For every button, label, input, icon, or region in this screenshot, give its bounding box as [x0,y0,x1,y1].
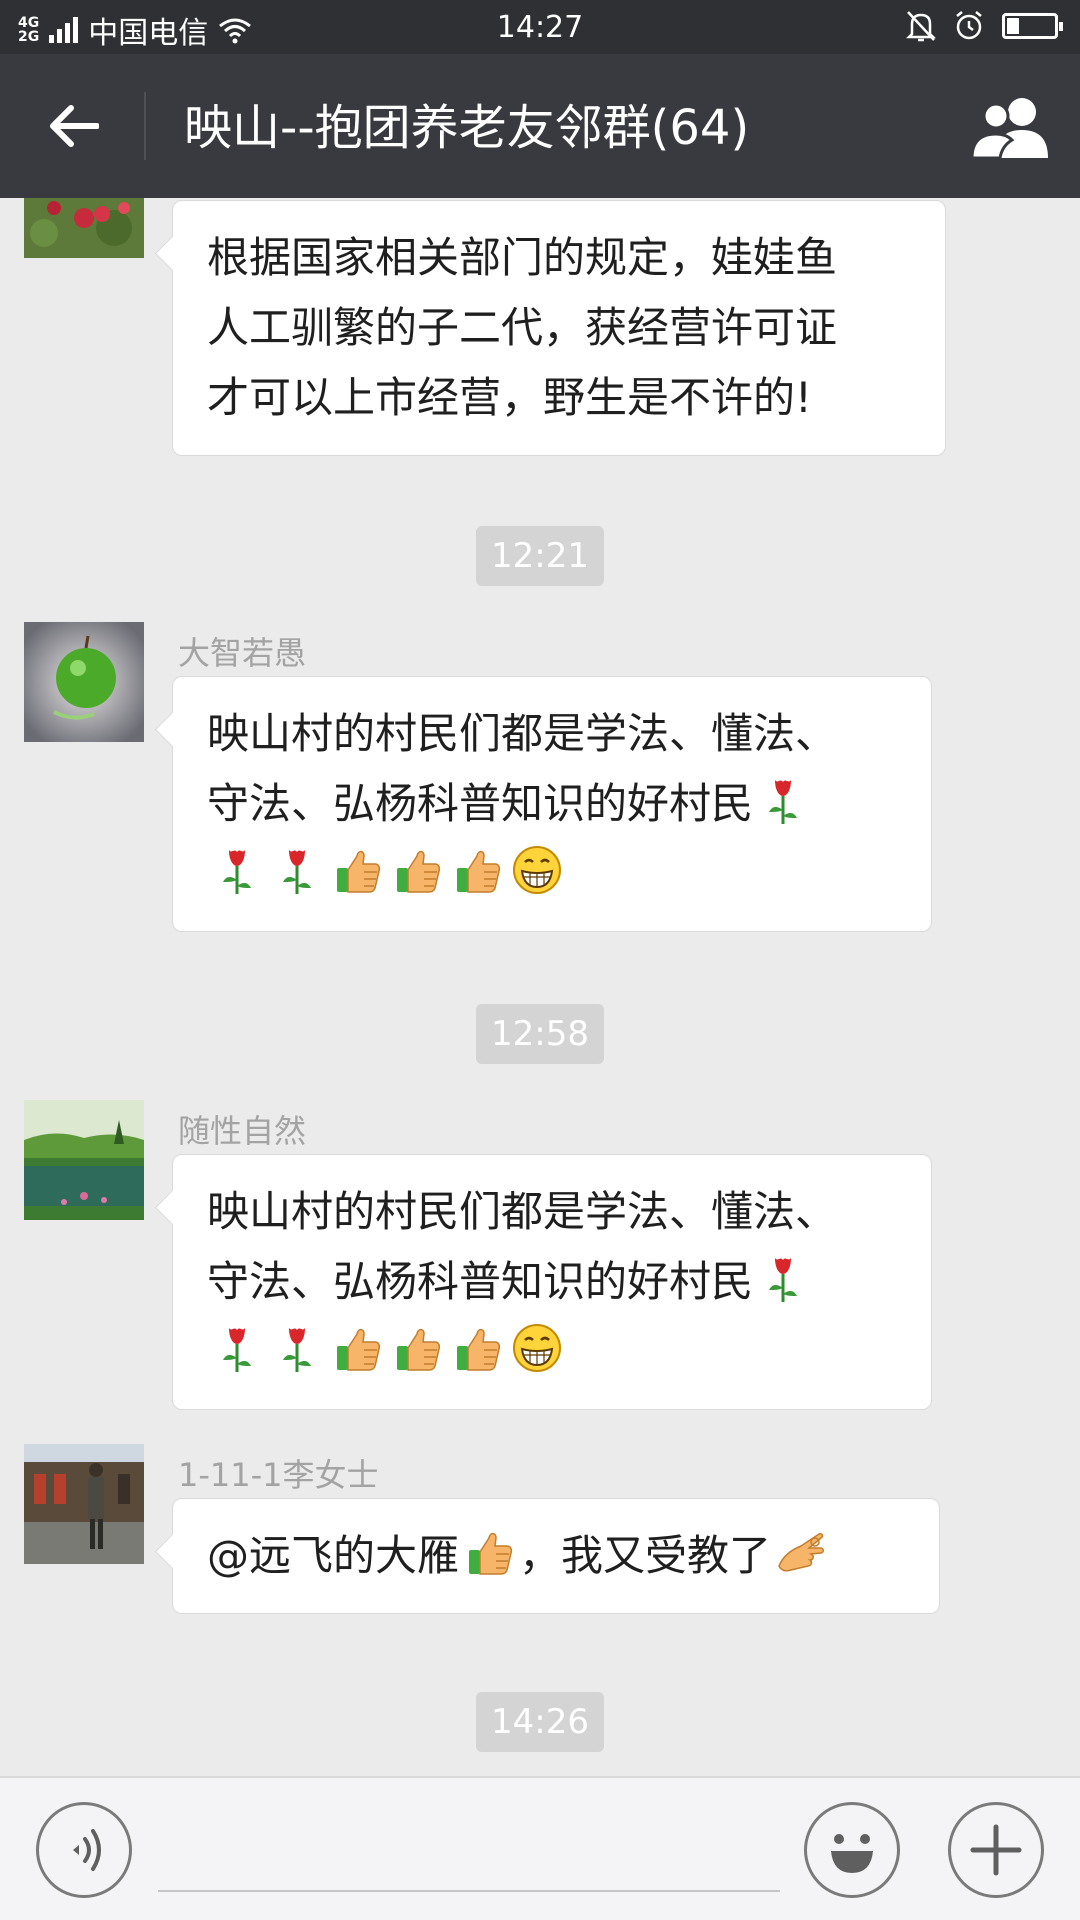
avatar[interactable] [24,1444,144,1564]
sender-name: 随性自然 [178,1112,307,1150]
alarm-clock-icon [956,11,982,40]
message-text: 守法、弘杨科普知识的好村民 [207,1257,754,1306]
timestamp-divider: 12:58 [476,1004,604,1064]
message-bubble[interactable]: @远飞的大雁 ，我又受教了 [172,1498,940,1614]
emoji-button[interactable] [804,1802,900,1898]
message-text-line: 映山村的村民们都是学法、懂法、 [207,1187,838,1236]
voice-icon [73,1829,101,1871]
sender-name: 1-11-1李女士 [178,1456,379,1494]
message-text-line: 才可以上市经营，野生是不许的! [207,373,812,422]
emoji-icon [831,1834,873,1873]
thumbs-up-emoji-icon [463,1526,515,1578]
timestamp-divider: 14:26 [476,1692,604,1752]
avatar[interactable] [24,622,144,742]
message-text: 守法、弘杨科普知识的好村民 [207,779,754,828]
thumbs-up-emoji-icon [331,844,383,896]
more-actions-button[interactable] [948,1802,1044,1898]
mention-text: @远飞的大雁 [207,1531,460,1580]
plus-icon [970,1824,1022,1876]
message-bubble[interactable]: 映山村的村民们都是学法、懂法、 守法、弘杨科普知识的好村民 [172,676,932,932]
avatar[interactable] [24,1100,144,1220]
rose-emoji-icon [271,844,323,896]
rose-flowers-photo [24,198,144,258]
message-input[interactable] [158,1890,780,1892]
chat-input-bar [0,1776,1080,1920]
grin-emoji-icon [511,844,563,896]
back-button[interactable] [36,94,110,158]
rose-emoji-icon [271,1322,323,1374]
green-apple-photo [24,622,144,742]
emoji-line [207,839,901,909]
grin-emoji-icon [511,1322,563,1374]
message-text: ，我又受教了 [519,1531,772,1580]
message-text-line: 守法、弘杨科普知识的好村民 [207,1247,901,1317]
battery-icon [1002,13,1063,39]
person-standing-photo [24,1444,144,1564]
message-text-line: 根据国家相关部门的规定，娃娃鱼 [207,233,838,282]
message-text-line: @远飞的大雁 ，我又受教了 [207,1521,909,1591]
header-divider [144,92,146,160]
timestamp-divider: 12:21 [476,526,604,586]
message-bubble[interactable]: 映山村的村民们都是学法、懂法、 守法、弘杨科普知识的好村民 [172,1154,932,1410]
thumbs-up-emoji-icon [451,844,503,896]
rose-emoji-icon [211,844,263,896]
lake-landscape-photo [24,1100,144,1220]
thumbs-up-emoji-icon [451,1322,503,1374]
thumbs-up-emoji-icon [331,1322,383,1374]
status-bar: 4G 2G 中国电信 14:27 [0,0,1080,54]
message-text-line: 人工驯繁的子二代，获经营许可证 [207,303,838,352]
emoji-line [207,1317,901,1387]
ok-hand-emoji-icon [775,1526,827,1578]
message-text-line: 映山村的村民们都是学法、懂法、 [207,709,838,758]
thumbs-up-emoji-icon [391,844,443,896]
rose-emoji-icon [757,774,809,826]
chat-header: 映山--抱团养老友邻群(64) [0,54,1080,198]
avatar[interactable] [24,198,144,258]
sender-name: 大智若愚 [178,634,307,672]
chat-message-list[interactable]: 根据国家相关部门的规定，娃娃鱼 人工驯繁的子二代，获经营许可证 才可以上市经营，… [0,198,1080,1776]
rose-emoji-icon [211,1322,263,1374]
battery-level [1007,18,1019,34]
arrow-left-icon [50,105,99,147]
thumbs-up-emoji-icon [391,1322,443,1374]
message-bubble[interactable]: 根据国家相关部门的规定，娃娃鱼 人工驯繁的子二代，获经营许可证 才可以上市经营，… [172,200,946,456]
voice-input-button[interactable] [36,1802,132,1898]
message-text-line: 守法、弘杨科普知识的好村民 [207,769,901,839]
group-members-icon [970,98,1048,160]
bell-muted-icon [906,11,936,42]
group-members-button[interactable] [968,94,1054,160]
rose-emoji-icon [757,1252,809,1304]
chat-title: 映山--抱团养老友邻群(64) [184,100,750,156]
